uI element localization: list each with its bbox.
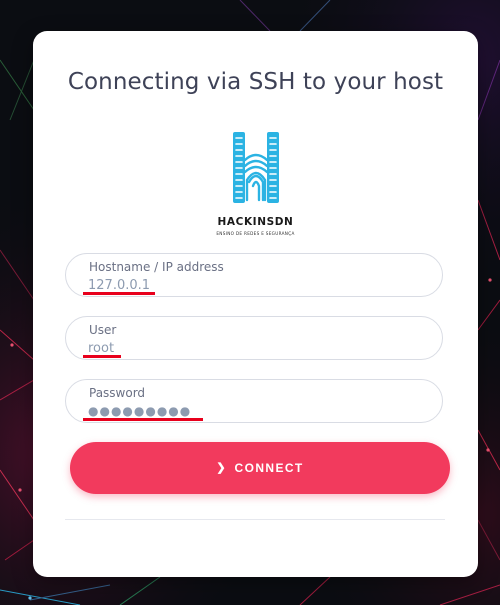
password-field[interactable]: Password — [65, 379, 443, 423]
annotation-underline — [83, 418, 203, 421]
user-input[interactable] — [88, 339, 388, 357]
chevron-right-icon: ❯ — [216, 462, 226, 474]
connect-button-label: CONNECT — [234, 461, 304, 475]
divider — [65, 519, 445, 520]
brand-name: HACKINSDN — [217, 216, 294, 228]
annotation-underline — [83, 355, 121, 358]
page-title: Connecting via SSH to your host — [67, 69, 444, 95]
annotation-underline — [83, 292, 155, 295]
brand-tagline: ENSINO DE REDES E SEGURANÇA — [216, 231, 295, 236]
hostname-label: Hostname / IP address — [89, 260, 224, 274]
user-field[interactable]: User — [65, 316, 443, 360]
user-label: User — [89, 323, 117, 337]
hostname-field[interactable]: Hostname / IP address — [65, 253, 443, 297]
login-card: Connecting via SSH to your host HACKINSD… — [33, 31, 478, 577]
connect-button[interactable]: ❯ CONNECT — [70, 442, 450, 494]
fingerprint-h-logo — [231, 130, 281, 205]
password-label: Password — [89, 386, 146, 400]
